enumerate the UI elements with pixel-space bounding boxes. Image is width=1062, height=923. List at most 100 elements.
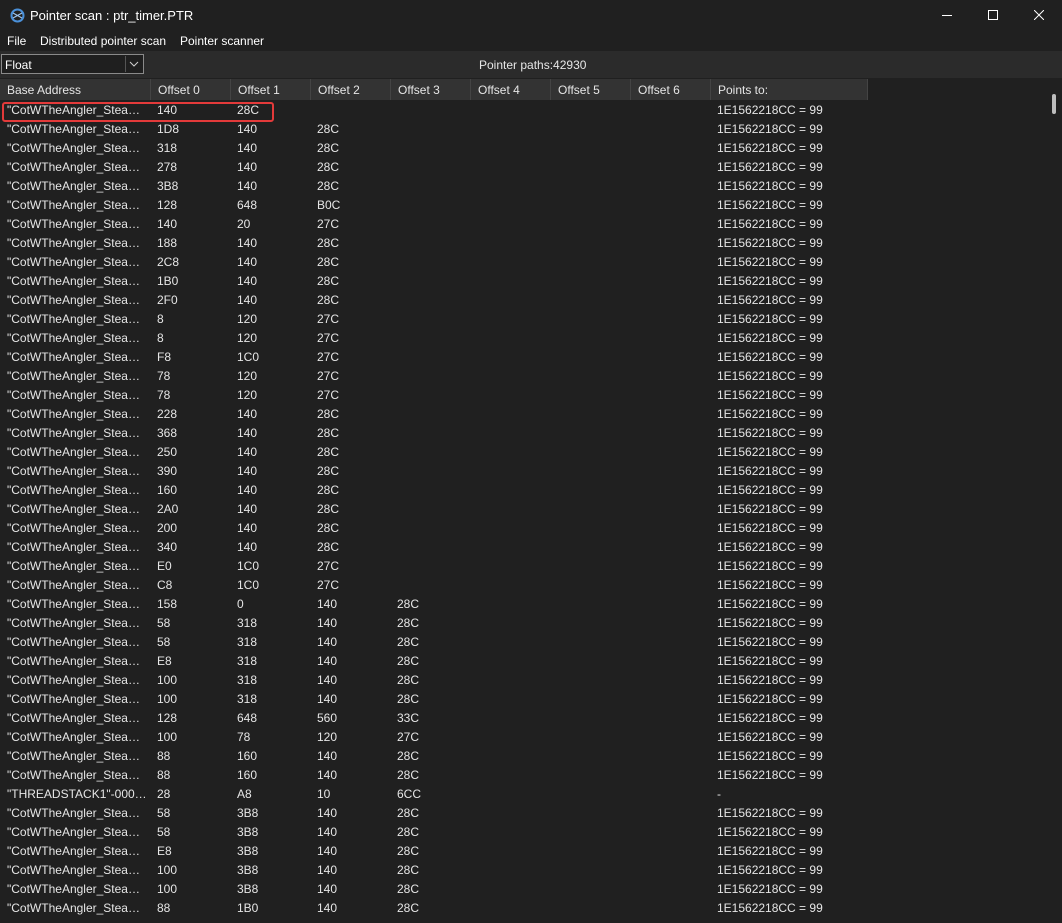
table-row[interactable]: "CotWTheAngler_Steam.exe"+06F3E630 100 78 1… xyxy=(0,727,1046,746)
offset-1-cell: 140 xyxy=(237,274,258,288)
menu-bar: File Distributed pointer scan Pointer sc… xyxy=(0,31,1062,51)
table-row[interactable]: "THREADSTACK1"-00000000 28 A8 10 6CC - xyxy=(0,784,1046,803)
column-header-offset-2[interactable]: Offset 2 xyxy=(311,79,391,100)
close-button[interactable] xyxy=(1016,0,1062,31)
table-row[interactable]: "CotWTheAngler_Steam.exe"+06F3E630 2F0 140… xyxy=(0,290,1046,309)
table-row[interactable]: "CotWTheAngler_Steam.exe"+06F3E630 128 648… xyxy=(0,195,1046,214)
table-row[interactable]: "CotWTheAngler_Steam.exe"+06F3E630 C8 1C0 2… xyxy=(0,575,1046,594)
table-row[interactable]: "CotWTheAngler_Steam.exe"+06F3E630 58 318 1… xyxy=(0,632,1046,651)
menu-distributed-pointer-scan[interactable]: Distributed pointer scan xyxy=(40,34,166,48)
base-address-cell: "CotWTheAngler_Steam.exe"+06F3E630 xyxy=(7,768,149,782)
offset-0-cell: 2F0 xyxy=(157,293,178,307)
table-row[interactable]: "CotWTheAngler_Steam.exe"+06F3E630 2C8 140… xyxy=(0,252,1046,271)
offset-0-cell: 2C8 xyxy=(157,255,180,269)
base-address-cell: "CotWTheAngler_Steam.exe"+06F3E630 xyxy=(7,863,149,877)
table-row[interactable]: "CotWTheAngler_Steam.exe"+06F3E630 1D8 140… xyxy=(0,119,1046,138)
offset-0-cell: 88 xyxy=(157,749,171,763)
table-row[interactable]: "CotWTheAngler_Steam.exe"+06F3E630 100 3B8… xyxy=(0,860,1046,879)
table-row[interactable]: "CotWTheAngler_Steam.exe"+06F3E630 8 120 27… xyxy=(0,328,1046,347)
points-to-cell: 1E1562218CC = 99 xyxy=(717,236,823,250)
offset-0-cell: 128 xyxy=(157,711,178,725)
value-type-select[interactable]: Float xyxy=(1,54,144,74)
offset-1-cell: 140 xyxy=(237,521,258,535)
dropdown-arrow[interactable] xyxy=(125,56,142,72)
offset-0-cell: E8 xyxy=(157,654,172,668)
table-row[interactable]: "CotWTheAngler_Steam.exe"+06F3E630 140 28C… xyxy=(0,100,1046,119)
base-address-cell: "CotWTheAngler_Steam.exe"+06F3E630 xyxy=(7,673,149,687)
table-row[interactable]: "CotWTheAngler_Steam.exe"+06F3E630 E8 3B8 1… xyxy=(0,841,1046,860)
table-row[interactable]: "CotWTheAngler_Steam.exe"+06F3E630 3B8 140… xyxy=(0,176,1046,195)
table-row[interactable]: "CotWTheAngler_Steam.exe"+06F3E630 E8 318 1… xyxy=(0,651,1046,670)
table-row[interactable]: "CotWTheAngler_Steam.exe"+06F3E630 1B0 140… xyxy=(0,271,1046,290)
table-row[interactable]: "CotWTheAngler_Steam.exe"+06F3E630 F8 1C0 2… xyxy=(0,347,1046,366)
offset-2-cell: 27C xyxy=(317,369,340,383)
points-to-cell: 1E1562218CC = 99 xyxy=(717,217,823,231)
table-row[interactable]: "CotWTheAngler_Steam.exe"+06F3E630 100 318… xyxy=(0,670,1046,689)
points-to-cell: 1E1562218CC = 99 xyxy=(717,901,823,915)
offset-0-cell: 88 xyxy=(157,768,171,782)
table-row[interactable]: "CotWTheAngler_Steam.exe"+06F3E630 58 318 1… xyxy=(0,613,1046,632)
base-address-cell: "CotWTheAngler_Steam.exe"+06F3E630 xyxy=(7,236,149,250)
table-row[interactable]: "CotWTheAngler_Steam.exe"+06F3E630 228 140… xyxy=(0,404,1046,423)
table-row[interactable]: "CotWTheAngler_Steam.exe"+06F3E630 188 140… xyxy=(0,233,1046,252)
table-row[interactable]: "CotWTheAngler_Steam.exe"+06F3E630 78 120 2… xyxy=(0,366,1046,385)
offset-3-cell: 6CC xyxy=(397,787,422,801)
column-header-points-to[interactable]: Points to: xyxy=(711,79,868,100)
offset-0-cell: 100 xyxy=(157,692,178,706)
scrollbar-thumb[interactable] xyxy=(1052,94,1056,114)
offset-0-cell: 88 xyxy=(157,901,171,915)
table-row[interactable]: "CotWTheAngler_Steam.exe"+06F3E630 88 160 1… xyxy=(0,746,1046,765)
column-header-offset-4[interactable]: Offset 4 xyxy=(471,79,551,100)
table-row[interactable]: "CotWTheAngler_Steam.exe"+06F3E630 8 120 27… xyxy=(0,309,1046,328)
table-row[interactable]: "CotWTheAngler_Steam.exe"+06F3E630 278 140… xyxy=(0,157,1046,176)
table-row[interactable]: "CotWTheAngler_Steam.exe"+06F3E630 368 140… xyxy=(0,423,1046,442)
table-row[interactable]: "CotWTheAngler_Steam.exe"+06F3E630 390 140… xyxy=(0,461,1046,480)
table-row[interactable]: "CotWTheAngler_Steam.exe"+06F3E630 88 1B0 1… xyxy=(0,898,1046,917)
table-row[interactable]: "CotWTheAngler_Steam.exe"+06F3E630 2A0 140… xyxy=(0,499,1046,518)
table-row[interactable]: "CotWTheAngler_Steam.exe"+06F3E630 100 318… xyxy=(0,689,1046,708)
column-header-offset-5[interactable]: Offset 5 xyxy=(551,79,631,100)
points-to-cell: 1E1562218CC = 99 xyxy=(717,502,823,516)
offset-0-cell: 2A0 xyxy=(157,502,179,516)
base-address-cell: "CotWTheAngler_Steam.exe"+06F3E630 xyxy=(7,521,149,535)
table-row[interactable]: "CotWTheAngler_Steam.exe"+06F3E630 100 3B8… xyxy=(0,879,1046,898)
table-row[interactable]: "CotWTheAngler_Steam.exe"+06F3E630 78 120 2… xyxy=(0,385,1046,404)
menu-file[interactable]: File xyxy=(7,34,26,48)
pointer-results-table[interactable]: Base Address Offset 0 Offset 1 Offset 2 … xyxy=(0,79,1046,923)
table-row[interactable]: "CotWTheAngler_Steam.exe"+06F3E630 88 160 1… xyxy=(0,765,1046,784)
pointer-paths-count: Pointer paths:42930 xyxy=(479,58,587,72)
offset-2-cell: 140 xyxy=(317,806,338,820)
table-row[interactable]: "CotWTheAngler_Steam.exe"+06F3E630 128 648… xyxy=(0,708,1046,727)
column-header-base-address[interactable]: Base Address xyxy=(0,79,151,100)
column-header-offset-1[interactable]: Offset 1 xyxy=(231,79,311,100)
table-row[interactable]: "CotWTheAngler_Steam.exe"+06F3E630 200 140… xyxy=(0,518,1046,537)
table-row[interactable]: "CotWTheAngler_Steam.exe"+06F3E630 250 140… xyxy=(0,442,1046,461)
offset-0-cell: 100 xyxy=(157,673,178,687)
points-to-cell: 1E1562218CC = 99 xyxy=(717,426,823,440)
column-header-offset-3[interactable]: Offset 3 xyxy=(391,79,471,100)
column-header-offset-6[interactable]: Offset 6 xyxy=(631,79,711,100)
offset-0-cell: 78 xyxy=(157,388,171,402)
base-address-cell: "CotWTheAngler_Steam.exe"+06F3E630 xyxy=(7,198,149,212)
maximize-button[interactable] xyxy=(970,0,1016,31)
base-address-cell: "CotWTheAngler_Steam.exe"+06F3E630 xyxy=(7,179,149,193)
menu-pointer-scanner[interactable]: Pointer scanner xyxy=(180,34,264,48)
base-address-cell: "CotWTheAngler_Steam.exe"+06F3E630 xyxy=(7,578,149,592)
table-row[interactable]: "CotWTheAngler_Steam.exe"+06F3E630 58 3B8 1… xyxy=(0,803,1046,822)
table-row[interactable]: "CotWTheAngler_Steam.exe"+06F3E630 158 0 14… xyxy=(0,594,1046,613)
minimize-button[interactable] xyxy=(924,0,970,31)
table-row[interactable]: "CotWTheAngler_Steam.exe"+06F3E630 318 140… xyxy=(0,138,1046,157)
column-header-offset-0[interactable]: Offset 0 xyxy=(151,79,231,100)
table-row[interactable]: "CotWTheAngler_Steam.exe"+06F3E630 160 140… xyxy=(0,480,1046,499)
points-to-cell: 1E1562218CC = 99 xyxy=(717,711,823,725)
table-row[interactable]: "CotWTheAngler_Steam.exe"+06F3E630 E0 1C0 2… xyxy=(0,556,1046,575)
offset-2-cell: 28C xyxy=(317,141,340,155)
base-address-cell: "CotWTheAngler_Steam.exe"+06F3E630 xyxy=(7,559,149,573)
offset-2-cell: 140 xyxy=(317,673,338,687)
table-row[interactable]: "CotWTheAngler_Steam.exe"+06F3E630 58 3B8 1… xyxy=(0,822,1046,841)
offset-2-cell: 140 xyxy=(317,654,338,668)
vertical-scrollbar[interactable] xyxy=(1046,79,1062,923)
table-row[interactable]: "CotWTheAngler_Steam.exe"+06F3E630 340 140… xyxy=(0,537,1046,556)
points-to-cell: 1E1562218CC = 99 xyxy=(717,407,823,421)
table-row[interactable]: "CotWTheAngler_Steam.exe"+06F3E630 140 20 2… xyxy=(0,214,1046,233)
